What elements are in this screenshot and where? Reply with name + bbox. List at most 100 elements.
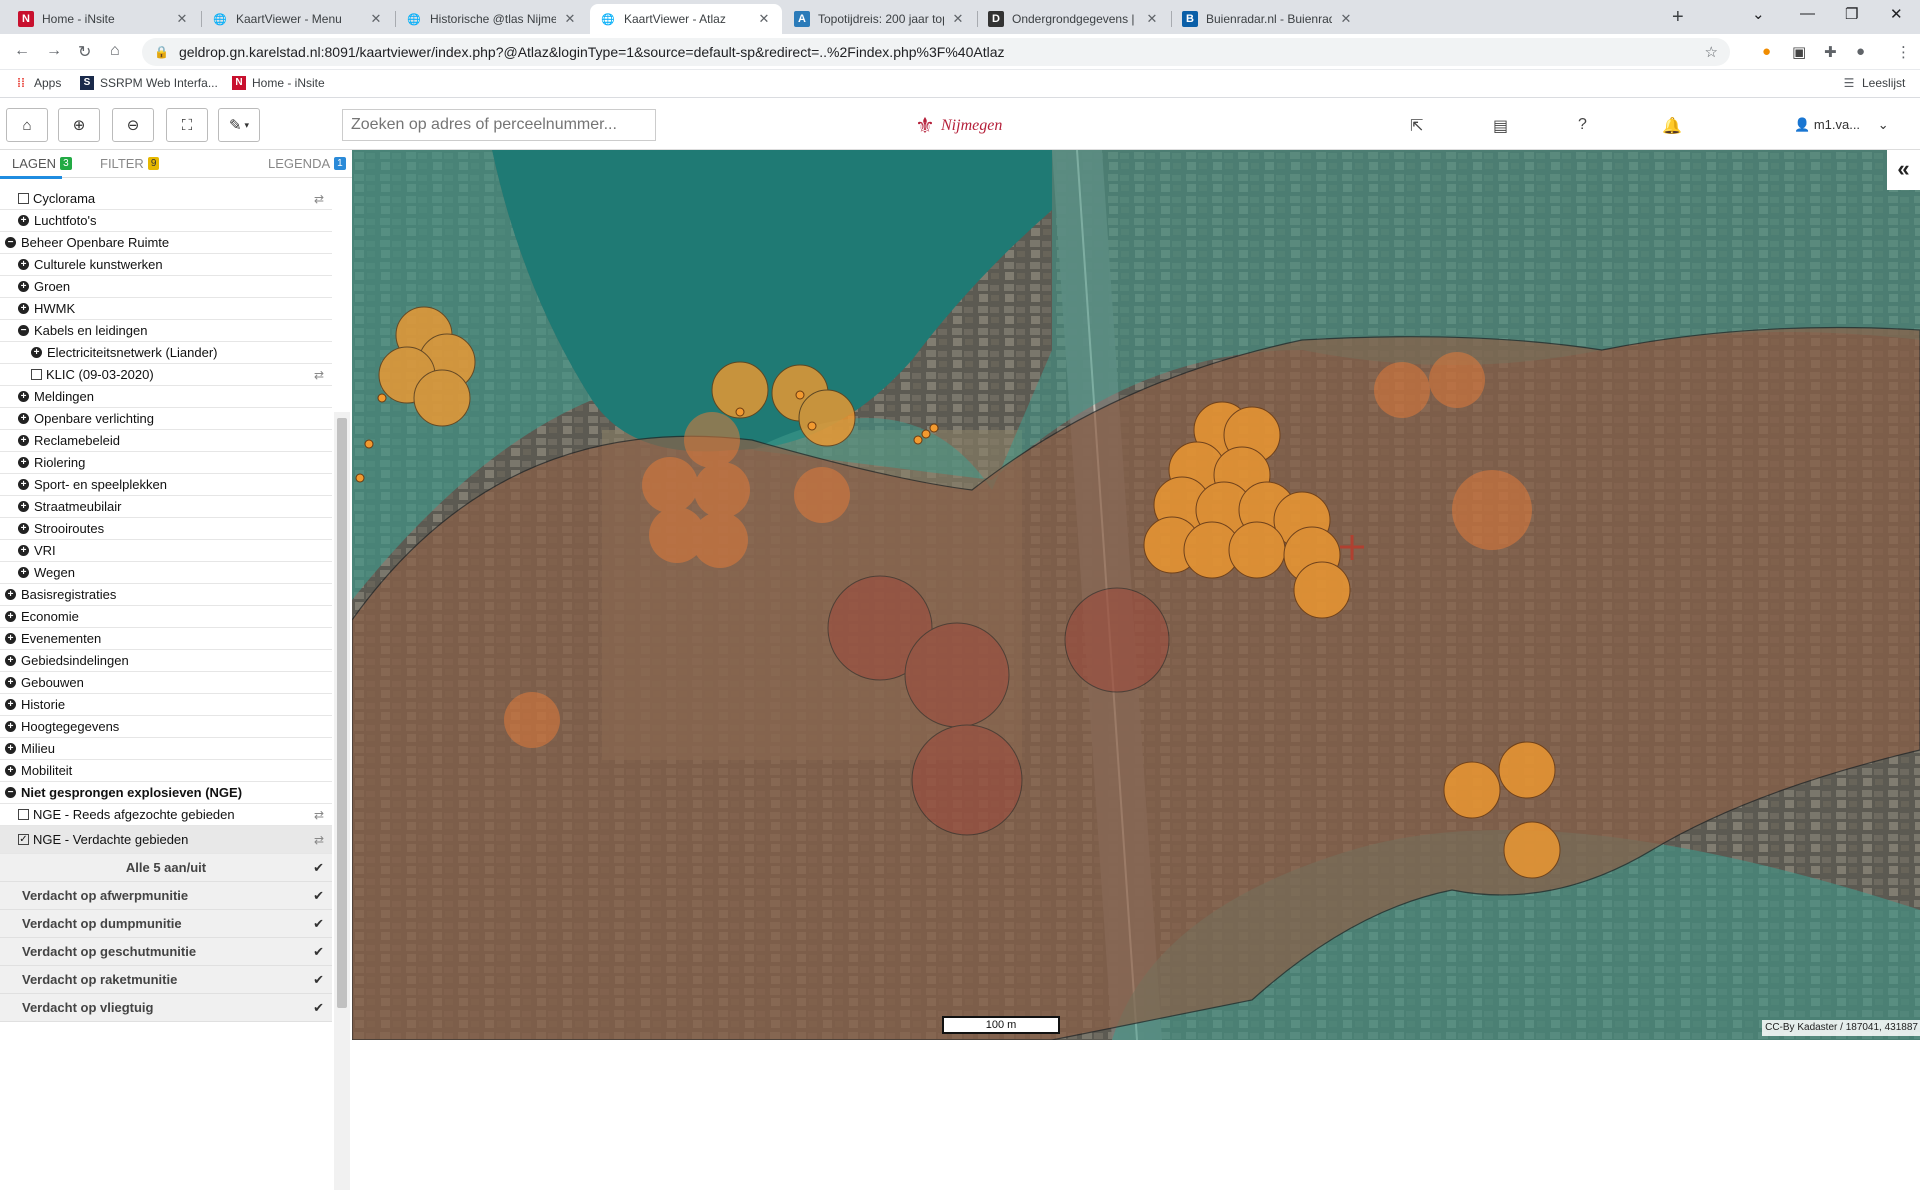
extension-icon[interactable]: ▣ — [1792, 43, 1806, 61]
toggle-all-sublayers[interactable]: Alle 5 aan/uit ✔ — [0, 854, 332, 882]
expand-icon[interactable]: + — [18, 501, 29, 512]
notifications-icon[interactable]: 🔔 — [1662, 116, 1682, 136]
layer-options-icon[interactable]: ⇄ — [314, 192, 324, 206]
marker-circle[interactable] — [1498, 741, 1556, 799]
share-icon[interactable]: ⇱ — [1410, 116, 1423, 136]
layer-row[interactable]: + Basisregistraties — [0, 584, 332, 606]
layer-row[interactable]: + HWMK — [0, 298, 332, 320]
layer-row[interactable]: + Mobiliteit — [0, 760, 332, 782]
marker-circle[interactable] — [1443, 761, 1501, 819]
layer-row[interactable]: KLIC (09-03-2020) ⇄ — [0, 364, 332, 386]
tab-filter[interactable]: FILTER 9 — [100, 156, 160, 171]
draw-tool-dropdown[interactable]: ✎ ▾ — [218, 108, 260, 142]
checkbox-checked[interactable]: ✓ — [18, 834, 29, 845]
collapse-icon[interactable]: − — [5, 237, 16, 248]
expand-icon[interactable]: + — [18, 259, 29, 270]
layer-row[interactable]: + Sport- en speelplekken — [0, 474, 332, 496]
expand-icon[interactable]: + — [5, 589, 16, 600]
scrollbar-thumb[interactable] — [337, 418, 347, 1008]
maximize-icon[interactable]: ❐ — [1845, 5, 1858, 23]
close-window-icon[interactable]: ✕ — [1890, 5, 1903, 23]
expand-icon[interactable]: + — [18, 457, 29, 468]
expand-icon[interactable]: + — [5, 721, 16, 732]
expand-icon[interactable]: + — [18, 413, 29, 424]
layer-row[interactable]: + Gebouwen — [0, 672, 332, 694]
layer-row[interactable]: − Kabels en leidingen — [0, 320, 332, 342]
layer-row[interactable]: + Milieu — [0, 738, 332, 760]
close-tab-icon[interactable]: ✕ — [756, 11, 772, 27]
pdf-export-icon[interactable]: ▤ — [1493, 116, 1508, 136]
bookmark-star-icon[interactable]: ☆ — [1705, 43, 1718, 61]
close-tab-icon[interactable]: ✕ — [1144, 11, 1160, 27]
layer-options-icon[interactable]: ⇄ — [314, 833, 324, 847]
marker-dot[interactable] — [735, 407, 745, 417]
tab-lagen[interactable]: LAGEN 3 — [12, 156, 72, 171]
layer-row[interactable]: − Beheer Openbare Ruimte — [0, 232, 332, 254]
sublayer-item[interactable]: Verdacht op geschutmunitie ✔ — [0, 938, 332, 966]
marker-dot[interactable] — [377, 393, 387, 403]
checkbox[interactable] — [18, 193, 29, 204]
layer-row[interactable]: + Strooiroutes — [0, 518, 332, 540]
hazard-circle[interactable] — [504, 692, 560, 748]
profile-avatar-icon[interactable]: ● — [1856, 43, 1865, 60]
expand-right-panel-button[interactable]: « — [1887, 150, 1920, 190]
expand-icon[interactable]: + — [5, 655, 16, 666]
layer-row[interactable]: + Openbare verlichting — [0, 408, 332, 430]
browser-tab[interactable]: B Buienradar.nl - Buienradar.nl - W ✕ — [1172, 4, 1364, 34]
layer-row[interactable]: + VRI — [0, 540, 332, 562]
layer-row[interactable]: + Luchtfoto's — [0, 210, 332, 232]
collapse-icon[interactable]: − — [5, 787, 16, 798]
layer-options-icon[interactable]: ⇄ — [314, 368, 324, 382]
expand-icon[interactable]: + — [5, 699, 16, 710]
tab-search-icon[interactable]: ⌄ — [1752, 5, 1765, 23]
layer-row[interactable]: + Economie — [0, 606, 332, 628]
home-icon[interactable]: ⌂ — [110, 42, 120, 60]
expand-icon[interactable]: + — [5, 743, 16, 754]
browser-menu-icon[interactable]: ⋮ — [1896, 43, 1911, 61]
layer-row[interactable]: + Hoogtegegevens — [0, 716, 332, 738]
expand-icon[interactable]: + — [5, 611, 16, 622]
user-menu[interactable]: 👤 m1.va... ⌄ — [1794, 117, 1889, 133]
marker-dot[interactable] — [795, 390, 805, 400]
hazard-circle[interactable] — [794, 467, 850, 523]
zoom-in-button[interactable]: ⊕ — [58, 108, 100, 142]
expand-icon[interactable]: + — [18, 391, 29, 402]
full-extent-button[interactable]: ⛶ — [166, 108, 208, 142]
help-icon[interactable]: ? — [1578, 116, 1587, 134]
expand-icon[interactable]: + — [18, 479, 29, 490]
expand-icon[interactable]: + — [18, 567, 29, 578]
checkbox[interactable] — [18, 809, 29, 820]
browser-tab[interactable]: D Ondergrondgegevens | DINOlok ✕ — [978, 4, 1170, 34]
layer-row[interactable]: + Evenementen — [0, 628, 332, 650]
layer-row[interactable]: + Electriciteitsnetwerk (Liander) — [0, 342, 332, 364]
marker-circle[interactable] — [798, 389, 856, 447]
layer-row[interactable]: + Culturele kunstwerken — [0, 254, 332, 276]
reload-icon[interactable]: ↻ — [78, 42, 91, 62]
layer-row[interactable]: NGE - Reeds afgezochte gebieden ⇄ — [0, 804, 332, 826]
expand-icon[interactable]: + — [18, 303, 29, 314]
expand-icon[interactable]: + — [18, 215, 29, 226]
close-tab-icon[interactable]: ✕ — [562, 11, 578, 27]
layer-row[interactable]: − Niet gesprongen explosieven (NGE) — [0, 782, 332, 804]
marker-circle[interactable] — [1293, 561, 1351, 619]
home-button[interactable]: ⌂ — [6, 108, 48, 142]
marker-dot[interactable] — [355, 473, 365, 483]
collapse-icon[interactable]: − — [18, 325, 29, 336]
hazard-circle[interactable] — [692, 512, 748, 568]
layer-options-icon[interactable]: ⇄ — [314, 808, 324, 822]
close-tab-icon[interactable]: ✕ — [950, 11, 966, 27]
expand-icon[interactable]: + — [31, 347, 42, 358]
layer-row[interactable]: Cyclorama ⇄ — [0, 188, 332, 210]
expand-icon[interactable]: + — [18, 281, 29, 292]
suspect-circle[interactable] — [911, 724, 1023, 836]
hazard-circle[interactable] — [642, 457, 698, 513]
expand-icon[interactable]: + — [5, 633, 16, 644]
marker-dot[interactable] — [913, 435, 923, 445]
close-tab-icon[interactable]: ✕ — [174, 11, 190, 27]
sublayer-item[interactable]: Verdacht op dumpmunitie ✔ — [0, 910, 332, 938]
expand-icon[interactable]: + — [18, 545, 29, 556]
expand-icon[interactable]: + — [5, 765, 16, 776]
bookmark-ssrpm[interactable]: S SSRPM Web Interfa... — [80, 76, 218, 90]
lock-icon[interactable]: 🔒 — [154, 45, 169, 59]
forward-icon[interactable]: → — [46, 42, 62, 60]
